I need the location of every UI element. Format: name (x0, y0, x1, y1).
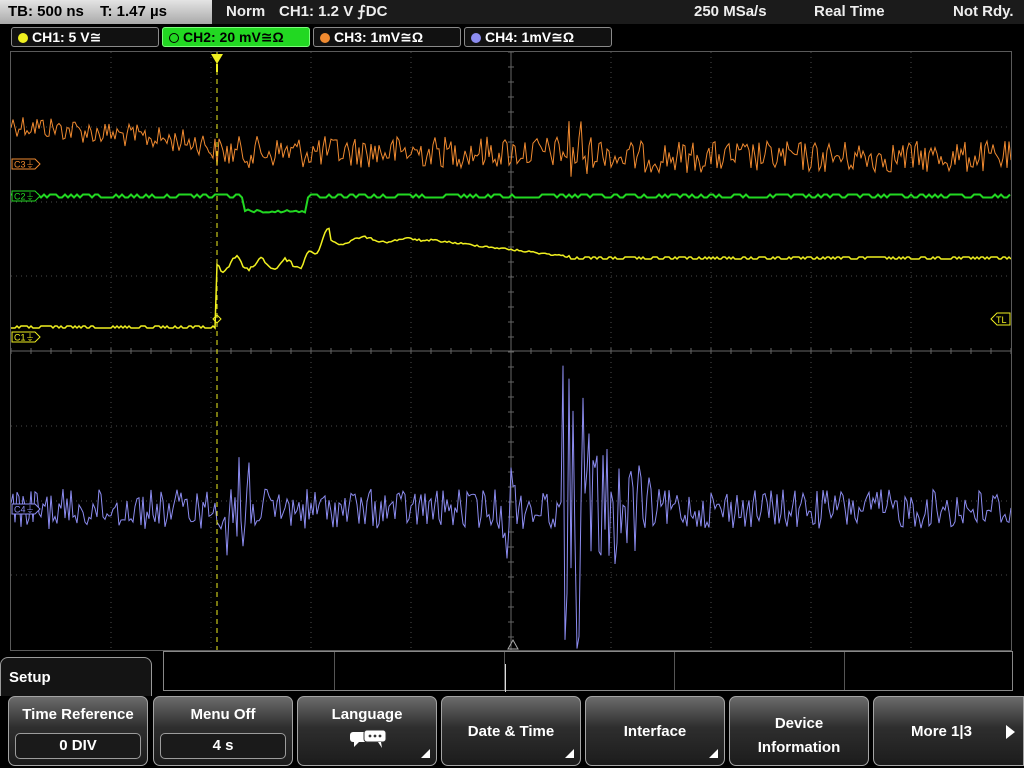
softkey-label: Menu Off (190, 706, 256, 723)
trigger-level-marker[interactable]: TL (990, 312, 1011, 326)
softkey-label-line: Information (757, 739, 841, 756)
ch1-marker-label: C1⏚ (14, 333, 35, 343)
submenu-indicator-icon (709, 749, 718, 758)
channel-tab-ch4[interactable]: CH4: 1mV≅Ω (464, 27, 612, 47)
submenu-indicator-icon (565, 749, 574, 758)
timebase-box[interactable]: TB: 500 ns T: 1.47 µs (0, 0, 212, 24)
device-information-button[interactable]: Device Information (729, 696, 869, 766)
graticule (11, 52, 1011, 650)
channel-label: CH3: 1mV≅Ω (334, 29, 424, 45)
acquisition-state: Not Rdy. (953, 3, 1014, 20)
language-button[interactable]: Language (297, 696, 437, 766)
ch3-marker-label: C3⏚ (14, 160, 35, 170)
channel-label: CH1: 5 V≅ (32, 29, 102, 45)
softkey-label: More 1|3 (911, 723, 972, 740)
strip-divider (844, 652, 845, 690)
trigger-time-readout: T: 1.47 µs (100, 3, 168, 20)
menu-off-button[interactable]: Menu Off 4 s (153, 696, 293, 766)
more-button[interactable]: More 1|3 (873, 696, 1024, 766)
ch1-dot-icon (18, 33, 28, 43)
acquisition-mode: Real Time (814, 3, 885, 20)
trigger-mode[interactable]: Norm (226, 0, 265, 24)
ch3-dot-icon (320, 33, 330, 43)
channel-tab-ch2[interactable]: CH2: 20 mV≅Ω (162, 27, 310, 47)
channel-label: CH4: 1mV≅Ω (485, 29, 575, 45)
speech-bubbles-icon (350, 729, 387, 748)
channel-bar: CH1: 5 V≅ CH2: 20 mV≅Ω CH3: 1mV≅Ω CH4: 1… (0, 24, 1024, 50)
softkey-label: Interface (623, 723, 687, 740)
trigger-level-label: TL (996, 315, 1007, 325)
menu-title-tab: Setup (0, 657, 152, 697)
date-time-button[interactable]: Date & Time (441, 696, 581, 766)
softkey-label: Time Reference (22, 706, 134, 723)
ch4-ground-marker[interactable]: C4⏚ (11, 503, 41, 515)
strip-divider (674, 652, 675, 690)
zoom-navigation-strip[interactable] (163, 651, 1013, 692)
channel-label: CH2: 20 mV≅Ω (183, 29, 284, 45)
ch2-marker-label: C2⏚ (14, 192, 35, 202)
trigger-position-icon[interactable] (211, 54, 223, 64)
sample-rate: 250 MSa/s (694, 3, 767, 20)
channel-tab-ch3[interactable]: CH3: 1mV≅Ω (313, 27, 461, 47)
strip-reference-line (505, 664, 506, 692)
ch1-ground-marker[interactable]: C1⏚ (11, 331, 41, 343)
softkey-label: Language (331, 706, 403, 723)
ch2-dot-icon (169, 33, 179, 43)
softkey-label-line: Device (774, 715, 824, 732)
menu-title: Setup (9, 669, 51, 686)
softkey-label: Device Information (730, 712, 868, 760)
time-reference-icon (507, 638, 519, 650)
menu-off-value[interactable]: 4 s (160, 733, 286, 759)
softkey-label: Date & Time (467, 723, 555, 740)
waveform-canvas[interactable]: C3⏚ C2⏚ C1⏚ C4⏚ TL (11, 52, 1011, 650)
ch4-dot-icon (471, 33, 481, 43)
time-reference-button[interactable]: Time Reference 0 DIV (8, 696, 148, 766)
interface-button[interactable]: Interface (585, 696, 725, 766)
next-page-arrow-icon (1006, 725, 1015, 739)
timebase-readout: TB: 500 ns (8, 3, 84, 20)
submenu-indicator-icon (421, 749, 430, 758)
ch4-marker-label: C4⏚ (14, 505, 35, 515)
waveform-display[interactable]: C3⏚ C2⏚ C1⏚ C4⏚ TL (10, 51, 1012, 651)
status-bar: TB: 500 ns T: 1.47 µs Norm CH1: 1.2 V ⨍D… (0, 0, 1024, 24)
ch2-ground-marker[interactable]: C2⏚ (11, 190, 41, 202)
channel-tab-ch1[interactable]: CH1: 5 V≅ (11, 27, 159, 47)
time-reference-value[interactable]: 0 DIV (15, 733, 141, 759)
softkey-bar: Time Reference 0 DIV Menu Off 4 s Langua… (0, 696, 1024, 768)
ch3-ground-marker[interactable]: C3⏚ (11, 158, 41, 170)
strip-divider (334, 652, 335, 690)
trigger-source[interactable]: CH1: 1.2 V ⨍DC (279, 0, 387, 24)
